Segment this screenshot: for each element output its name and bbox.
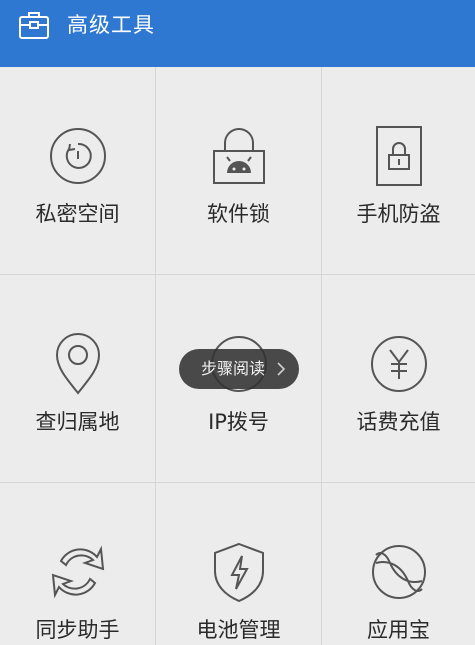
tool-label: 同步助手 [35,618,120,642]
sync-icon [51,545,104,599]
grid-divider [155,67,156,645]
tool-label: 软件锁 [207,202,270,226]
page-title: 高级工具 [67,13,155,37]
toolbox-icon[interactable] [17,8,51,42]
battery-shield-icon [213,542,264,603]
tool-label: 手机防盗 [356,202,441,226]
header-bar: 高级工具 [0,0,475,67]
tool-app-store[interactable]: 应用宝 [322,483,475,645]
tool-label: 话费充值 [356,410,441,434]
tool-sync[interactable]: 同步助手 [0,483,155,645]
anti-theft-icon [375,126,422,186]
tool-app-lock[interactable]: 软件锁 [156,67,321,274]
tool-label: 查归属地 [35,410,120,434]
grid-divider [0,482,475,483]
toast-label: 步骤阅读 [201,359,266,378]
app-lock-icon [212,128,265,184]
yen-recharge-icon [370,336,427,392]
grid-divider [0,274,475,275]
location-pin-icon [55,333,100,395]
tool-anti-theft[interactable]: 手机防盗 [322,67,475,274]
step-reading-toast[interactable]: 步骤阅读 [179,349,299,389]
app-store-icon [371,545,426,599]
tool-private-space[interactable]: 私密空间 [0,67,155,274]
tool-battery[interactable]: 电池管理 [156,483,321,645]
chevron-right-icon [277,362,285,376]
private-space-icon [49,128,106,184]
tool-label: 应用宝 [367,618,430,642]
grid-divider [321,67,322,645]
tool-label: 电池管理 [196,618,281,642]
tool-label: IP拨号 [208,410,269,434]
tool-location[interactable]: 查归属地 [0,275,155,482]
tool-recharge[interactable]: 话费充值 [322,275,475,482]
tool-label: 私密空间 [35,202,120,226]
